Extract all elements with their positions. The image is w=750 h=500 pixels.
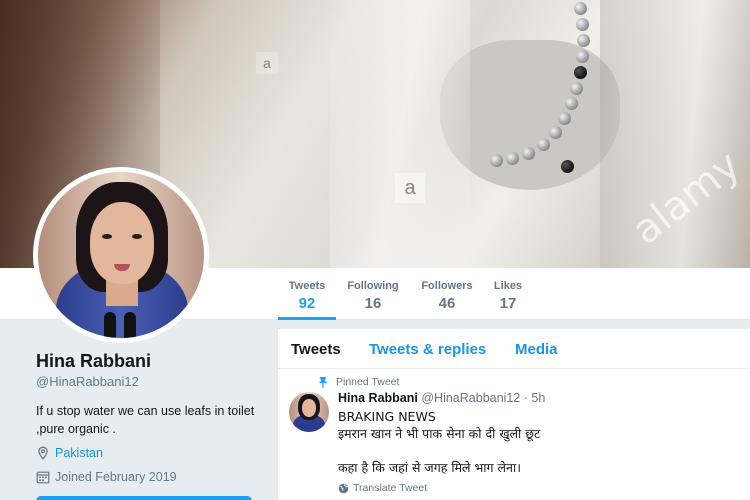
tweet-text: BRAKING NEWS इमरान खान ने भी पाक सेना को…	[338, 408, 738, 476]
nav-likes-count: 17	[499, 295, 517, 312]
pearl	[537, 138, 550, 151]
watermark-logo: a	[256, 52, 278, 74]
pearl	[549, 126, 562, 139]
tweet-author-name[interactable]: Hina Rabbani	[338, 391, 418, 405]
nav-following-label: Following	[347, 280, 399, 292]
pearl	[506, 152, 519, 165]
header-photo-fold	[330, 0, 470, 268]
tab-tweets-replies[interactable]: Tweets & replies	[369, 341, 486, 358]
avatar-microphone	[104, 312, 116, 338]
pinned-label: Pinned Tweet	[318, 376, 399, 388]
profile-location-link[interactable]: Pakistan	[55, 446, 103, 460]
tab-media[interactable]: Media	[515, 341, 558, 358]
timeline-tabs: Tweets Tweets & replies Media	[278, 329, 750, 369]
nav-likes-label: Likes	[493, 280, 523, 292]
pearl	[561, 160, 574, 173]
tweet-text-line: BRAKING NEWS	[338, 409, 436, 424]
calendar-icon	[36, 471, 50, 484]
pearl	[574, 66, 587, 79]
profile-bio-line: If u stop water we can use leafs in toil…	[36, 404, 255, 418]
avatar-eye	[132, 234, 142, 239]
follow-button[interactable]	[36, 496, 252, 500]
profile-joined: Joined February 2019	[36, 470, 177, 484]
profile-bio-line: ,pure organic .	[36, 422, 116, 436]
timeline: Tweets Tweets & replies Media Pinned Twe…	[278, 329, 750, 500]
pinned-label-text: Pinned Tweet	[336, 376, 400, 388]
tweet-avatar-face	[302, 399, 316, 417]
avatar-eye	[102, 234, 112, 239]
nav-tweets-count: 92	[298, 295, 316, 312]
nav-likes[interactable]: Likes 17	[486, 268, 530, 320]
profile-handle[interactable]: @HinaRabbani12	[36, 374, 139, 389]
pearl	[576, 50, 589, 63]
avatar-face	[90, 202, 154, 284]
profile-joined-date: Joined February 2019	[55, 470, 177, 484]
tweet-avatar[interactable]	[289, 392, 329, 432]
nav-followers-label: Followers	[421, 280, 473, 292]
tweet-text-line: इमरान खान ने भी पाक सेना को दी खुली छूट	[338, 426, 541, 441]
tab-tweets[interactable]: Tweets	[291, 341, 341, 358]
nav-followers[interactable]: Followers 46	[418, 268, 476, 320]
profile-avatar[interactable]	[33, 167, 209, 343]
profile-bio: If u stop water we can use leafs in toil…	[36, 402, 266, 438]
pearl	[570, 82, 583, 95]
location-pin-icon	[38, 446, 48, 460]
pearl	[574, 2, 587, 15]
tweet-text-blank-line	[338, 442, 738, 459]
tweet-header: Hina Rabbani @HinaRabbani12 · 5h	[338, 391, 545, 405]
avatar-microphone	[124, 312, 136, 338]
pearl	[490, 154, 503, 167]
tweet-author-handle[interactable]: @HinaRabbani12	[421, 391, 520, 405]
pearl	[522, 147, 535, 160]
nav-tweets[interactable]: Tweets 92	[278, 268, 336, 320]
tweet-text-line: कहा है कि जहां से जगह मिले भाग लेना।	[338, 460, 521, 475]
pearl	[577, 34, 590, 47]
nav-following-count: 16	[364, 295, 382, 312]
translate-tweet[interactable]: Translate Tweet	[338, 482, 427, 494]
profile-name[interactable]: Hina Rabbani	[36, 351, 151, 372]
translate-tweet-label: Translate Tweet	[353, 482, 428, 494]
pin-icon	[319, 377, 327, 388]
tweet-separator: ·	[523, 391, 528, 405]
pearl	[558, 112, 571, 125]
nav-followers-count: 46	[438, 295, 456, 312]
nav-following[interactable]: Following 16	[344, 268, 402, 320]
globe-icon	[338, 483, 349, 493]
watermark-logo: a	[395, 173, 425, 203]
pinned-tweet[interactable]: Pinned Tweet Hina Rabbani @HinaRabbani12…	[278, 369, 750, 500]
nav-tweets-label: Tweets	[288, 280, 326, 292]
pearl	[576, 18, 589, 31]
profile-location: Pakistan	[36, 446, 103, 460]
pearl	[565, 97, 578, 110]
tweet-time[interactable]: 5h	[531, 391, 545, 405]
